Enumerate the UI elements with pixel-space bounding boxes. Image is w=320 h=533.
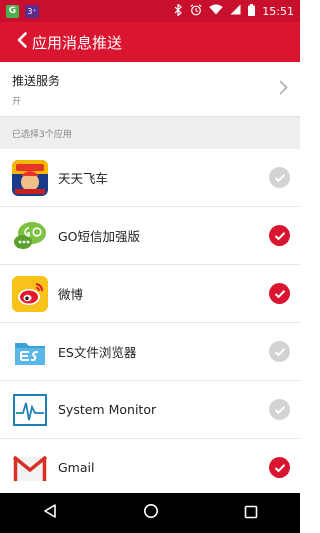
- app-name: GO短信加强版: [58, 229, 141, 244]
- page-title: 应用消息推送: [32, 33, 123, 52]
- app-name: 微博: [58, 287, 84, 302]
- list-item[interactable]: 天天飞车: [0, 149, 300, 207]
- app-list: 天天飞车 GO短信加强版 微博 ES文件浏览器 System Monitor G…: [0, 149, 300, 497]
- checkmark-icon[interactable]: [269, 457, 290, 478]
- system-monitor-icon: [12, 391, 48, 428]
- push-service-label: 推送服务: [12, 74, 61, 88]
- app-bar: 应用消息推送: [0, 22, 300, 62]
- back-chevron-icon: [16, 32, 28, 52]
- tiantian-feiche-icon: [12, 159, 48, 196]
- checkmark-icon[interactable]: [269, 167, 290, 188]
- notification-g-icon: G: [6, 4, 19, 18]
- home-circle-icon[interactable]: [143, 503, 159, 523]
- list-item[interactable]: Gmail: [0, 439, 300, 497]
- app-name: ES文件浏览器: [58, 345, 137, 360]
- signal-icon: [230, 4, 241, 18]
- es-file-explorer-icon: [12, 333, 48, 370]
- recents-square-icon[interactable]: [244, 504, 258, 523]
- chevron-right-icon: [279, 80, 288, 99]
- checkmark-icon[interactable]: [269, 283, 290, 304]
- notification-3-icon: 3⁺: [25, 4, 39, 18]
- back-triangle-icon[interactable]: [42, 503, 58, 523]
- list-item[interactable]: 微博: [0, 265, 300, 323]
- status-time: 15:51: [262, 4, 294, 18]
- list-item[interactable]: System Monitor: [0, 381, 300, 439]
- app-name: Gmail: [58, 460, 95, 475]
- checkmark-icon[interactable]: [269, 341, 290, 362]
- battery-icon: [248, 3, 256, 19]
- gmail-icon: [12, 449, 48, 486]
- list-item[interactable]: ES文件浏览器: [0, 323, 300, 381]
- list-item[interactable]: GO短信加强版: [0, 207, 300, 265]
- alarm-icon: [190, 3, 202, 19]
- app-name: 天天飞车: [58, 171, 109, 186]
- weibo-icon: [12, 275, 48, 312]
- checkmark-icon[interactable]: [269, 399, 290, 420]
- section-header: 已选择3个应用: [0, 116, 300, 149]
- navigation-bar: [0, 493, 300, 533]
- back-button[interactable]: [4, 22, 28, 62]
- go-sms-icon: [12, 217, 48, 254]
- wifi-icon: [209, 4, 223, 18]
- checkmark-icon[interactable]: [269, 225, 290, 246]
- push-service-row[interactable]: 推送服务 开: [0, 62, 300, 116]
- app-name: System Monitor: [58, 402, 157, 417]
- status-bar: G 3⁺ 15:51: [0, 0, 300, 22]
- bluetooth-icon: [174, 2, 183, 19]
- push-service-value: 开: [12, 97, 22, 107]
